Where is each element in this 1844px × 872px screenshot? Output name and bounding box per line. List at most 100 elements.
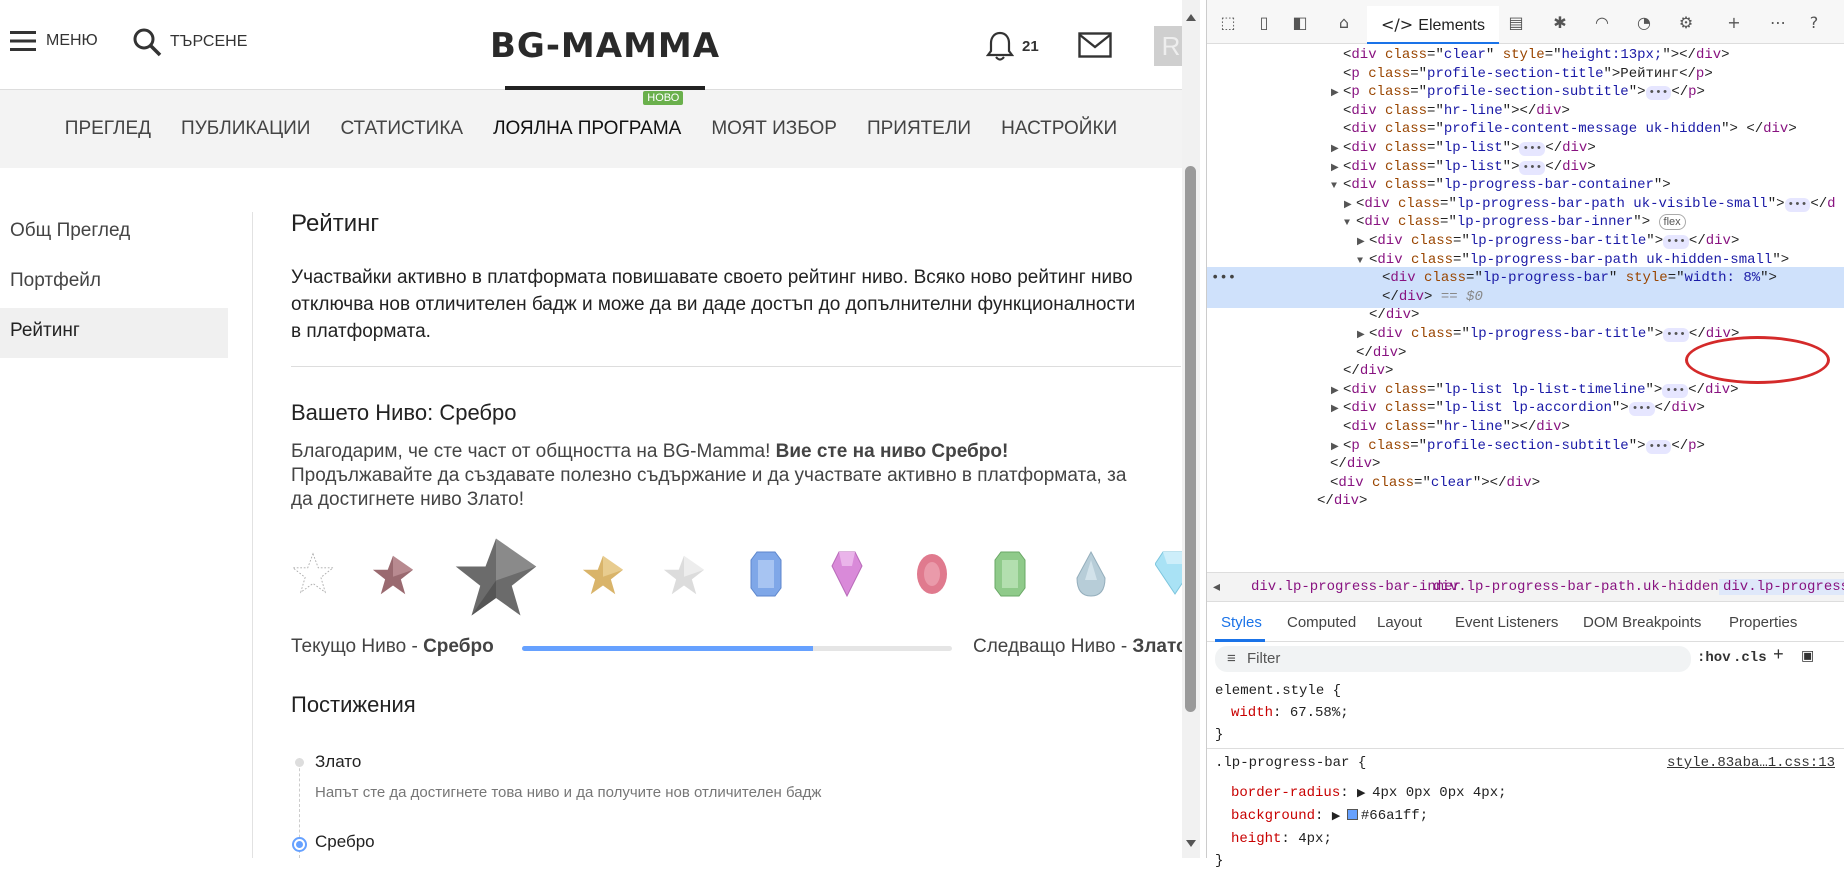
collapsed-triangle-icon[interactable]: ▶ [1331,381,1343,403]
tab-styles[interactable]: Styles [1221,614,1262,631]
performance-icon[interactable]: ◔ [1633,12,1655,34]
tab-2[interactable]: ПУБЛИКАЦИИ [181,118,310,140]
rule-source-link[interactable]: style.83aba…1.css:13 [1667,752,1835,774]
styles-filter-input[interactable]: ≡ Filter [1215,646,1691,672]
sidebar-divider [252,212,253,858]
thanks-line: да достигнете ниво Злато! [291,489,524,510]
page-title: Рейтинг [291,210,380,237]
scroll-down-icon[interactable] [1186,840,1196,847]
collapsed-triangle-icon[interactable]: ▶ [1344,195,1356,217]
dom-node-markup: <div class="lp-progress-bar-container"> [1343,177,1671,194]
achievements-title: Постижения [291,692,416,717]
new-rule-icon[interactable]: + [1773,646,1784,666]
device-toolbar-icon[interactable]: ▯ [1253,12,1275,34]
collapsed-triangle-icon[interactable]: ▶ [1357,325,1369,347]
network-icon[interactable]: ◠ [1591,12,1613,34]
avatar[interactable]: R [1154,26,1182,66]
more-options-icon[interactable]: ⋯ [1767,12,1789,34]
notifications-button[interactable]: 21 [986,30,1039,62]
scroll-up-icon[interactable] [1186,14,1196,21]
next-level-value: Злато [1132,636,1182,657]
site-logo[interactable]: BG-MAMMA [490,26,720,66]
timeline-item-desc: Напът сте да достигнете това ниво и да п… [315,784,822,801]
messages-button[interactable] [1078,32,1112,63]
expand-shorthand-icon[interactable]: ▶ [1332,811,1347,823]
dock-icon[interactable]: ◧ [1289,12,1311,34]
dom-node-markup: <div class="hr-line"></div> [1343,419,1570,435]
tab-7[interactable]: НАСТРОЙКИ [1001,118,1117,140]
mail-icon [1078,32,1112,58]
site-header: МЕНЮ ТЪРСЕНЕ BG-MAMMA 21 R [0,0,1182,90]
tab-6[interactable]: ПРИЯТЕЛИ [867,118,971,140]
dom-node-markup: <div class="lp-list"> ••• </div> [1343,158,1596,175]
collapsed-triangle-icon[interactable]: ▶ [1331,437,1343,459]
sidebar-item[interactable]: Общ Преглед [0,208,228,258]
tab-properties[interactable]: Properties [1729,614,1797,631]
tab-1[interactable]: ПРЕГЛЕД [65,118,151,140]
rule-selector: element.style { [1215,683,1342,699]
level-progress: Текущо Ниво - Сребро Следващо Ниво - Зла… [291,636,1182,658]
search-button[interactable]: ТЪРСЕНЕ [132,27,247,57]
emerald-gem-badge-icon [994,551,1026,597]
timeline-item-name: Злато [315,752,362,771]
active-tab-underline [1215,639,1265,642]
tab-dom-breakpoints[interactable]: DOM Breakpoints [1583,614,1701,631]
tab-label: ПРЕГЛЕД [64,118,152,139]
tab-event-listeners[interactable]: Event Listeners [1455,614,1558,631]
collapsed-triangle-icon[interactable]: ▶ [1357,232,1369,254]
console-icon[interactable]: ▤ [1505,12,1527,34]
color-swatch[interactable] [1346,809,1358,820]
settings-gear-icon[interactable]: ⚙ [1675,12,1697,34]
devtools-panel: ⬚ ▯ ◧ ⌂ </> Elements ▤ ✱ ◠ ◔ ⚙ + ⋯ ? </d… [1206,0,1844,869]
more-tools-icon[interactable]: + [1723,12,1745,34]
home-icon[interactable]: ⌂ [1333,12,1355,34]
profile-tabs: ПРЕГЛЕД ПУБЛИКАЦИИ СТАТИСТИКА ЛОЯЛНА ПРОГРА… [0,90,1182,168]
bell-icon [986,31,1014,61]
css-property: border-radius [1231,785,1341,801]
breadcrumb-back-icon[interactable]: ◂ [1213,579,1220,596]
tab-4[interactable]: ЛОЯЛНА ПРОГРАМА НОВО [493,91,684,140]
breadcrumb-item-current[interactable]: div.lp-progress-ba [1719,579,1844,595]
sidebar-item[interactable]: Рейтинг [0,308,228,358]
dom-node-markup: <p class="profile-section-title">Рейтинг… [1343,65,1713,82]
dom-node-markup: <div class="hr-line"></div> [1343,102,1570,119]
css-declaration[interactable]: height: 4px; [1207,828,1844,850]
tab-5[interactable]: МОЯТ ИЗБОР [711,118,837,140]
collapsed-triangle-icon[interactable]: ▶ [1331,83,1343,105]
help-icon[interactable]: ? [1803,12,1825,34]
css-declaration[interactable]: border-radius: ▶ 4px 0px 0px 4px; [1207,782,1844,805]
silver-star-badge-icon [455,538,537,616]
expand-shorthand-icon[interactable]: ▶ [1357,788,1372,800]
dom-node-markup: </div> [1317,493,1368,510]
dom-node-markup: <div class="clear"></div> [1330,474,1541,491]
rule-divider [1207,748,1844,749]
dom-tree: </div> <div class="clear"></div> </div> ▶ <p… [1207,44,1844,572]
hov-toggle[interactable]: :hov [1697,650,1731,666]
tab-elements[interactable]: </> Elements [1367,6,1499,44]
tab-label: ПРИЯТЕЛИ [866,118,972,139]
new-badge: НОВО [643,91,684,105]
lp-progress-bar-rule: .lp-progress-bar {style.83aba…1.css:13 b… [1207,752,1844,872]
tab-3[interactable]: СТАТИСТИКА [340,118,463,140]
dom-node-markup: <div class="clear" style="height:13px;">… [1343,47,1730,63]
computed-toggle-icon[interactable]: ▣ [1801,648,1814,665]
cls-toggle[interactable]: .cls [1733,650,1767,666]
sidebar-item[interactable]: Портфейл [0,258,228,308]
inspect-icon[interactable]: ⬚ [1217,12,1239,34]
css-value: 4px 0px 0px 4px; [1372,785,1507,801]
dom-node-line[interactable]: <div class="clear" style="height:13px;">… [1207,44,1844,66]
bug-icon[interactable]: ✱ [1549,12,1571,34]
tab-computed[interactable]: Computed [1287,614,1356,631]
css-declaration[interactable]: background: ▶ #66a1ff; [1207,805,1844,828]
tab-layout[interactable]: Layout [1377,614,1422,631]
css-declaration[interactable]: width: 67.58%; [1207,702,1844,724]
menu-button[interactable]: МЕНЮ [10,30,98,52]
scrollbar-thumb[interactable] [1185,166,1196,712]
filter-icon: ≡ [1227,650,1236,667]
collapsed-triangle-icon[interactable]: ▶ [1331,139,1343,161]
next-level: Следващо Ниво - Злато [973,636,1182,658]
next-level-label: Следващо Ниво - [973,636,1133,657]
page-scrollbar[interactable] [1182,0,1200,858]
breadcrumb-item[interactable]: div.lp-progress-bar-inner [1251,579,1461,595]
timeline-dot [295,758,304,767]
